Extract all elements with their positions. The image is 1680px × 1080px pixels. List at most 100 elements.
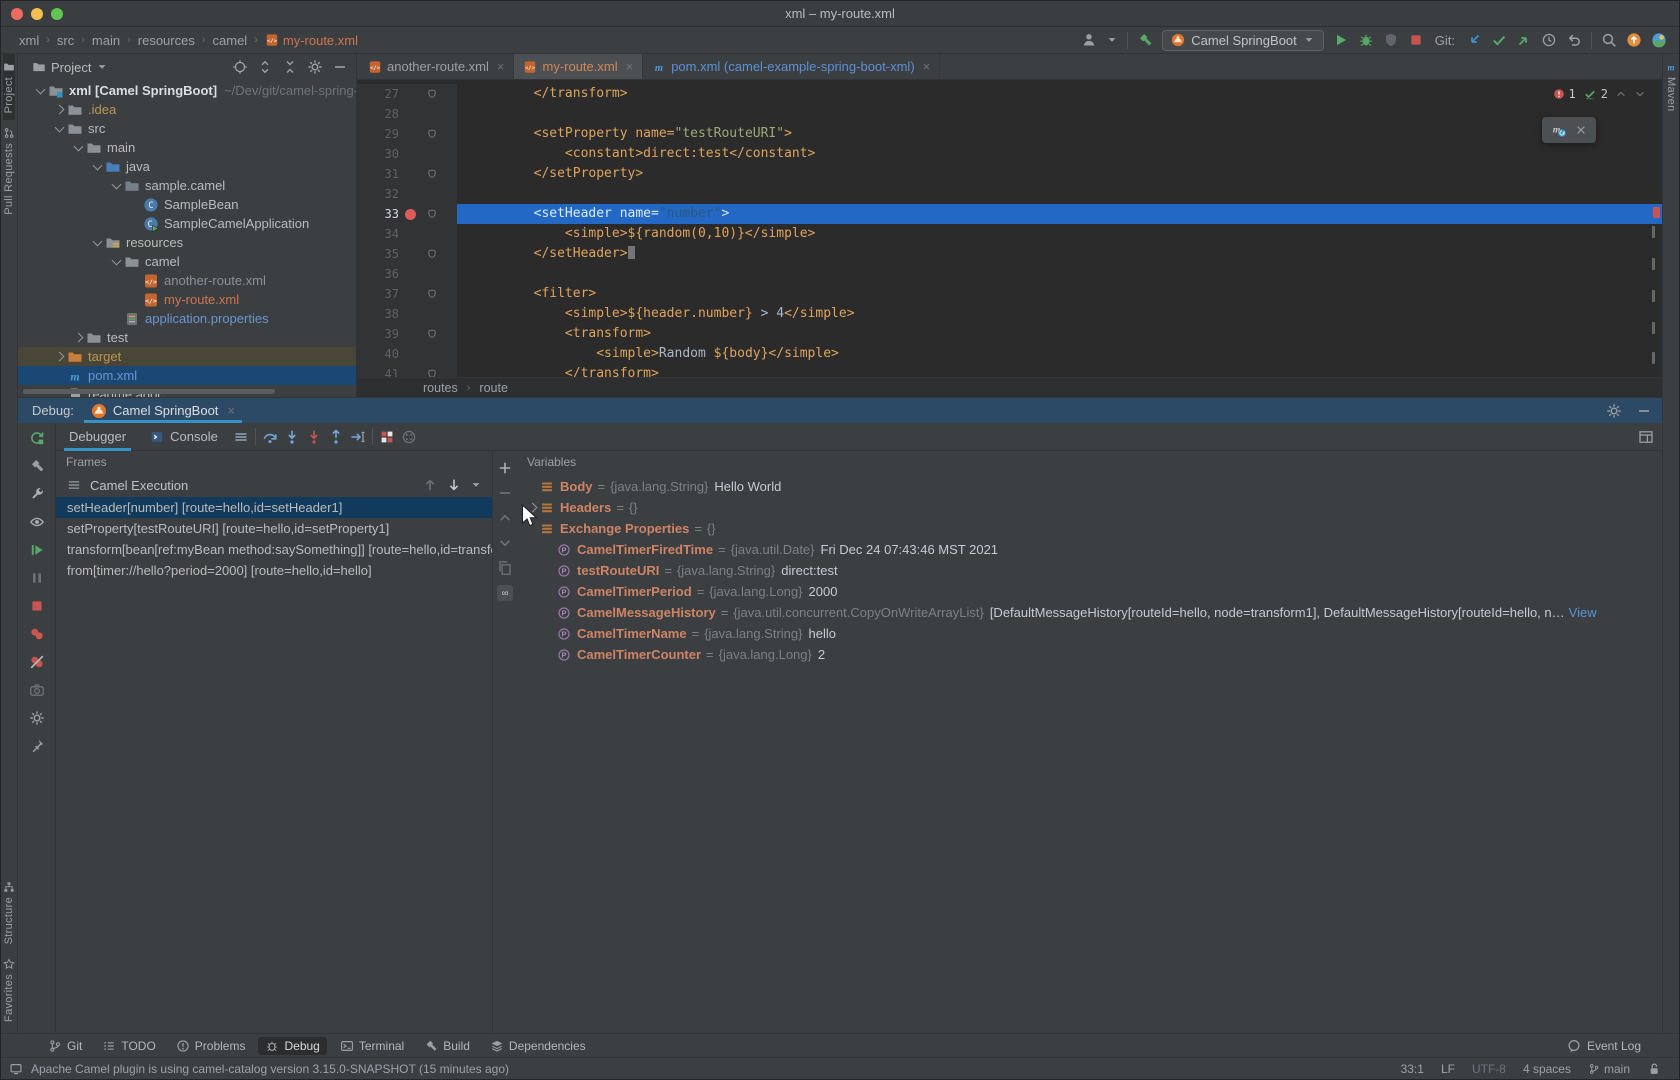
- gutter[interactable]: 31: [357, 164, 457, 184]
- tree-expand-icon[interactable]: [92, 160, 102, 170]
- error-stripe-mark[interactable]: [1652, 258, 1655, 270]
- code-editor[interactable]: 1 2 m: [357, 80, 1662, 377]
- file-encoding[interactable]: UTF-8: [1472, 1062, 1506, 1076]
- tool-window-button-dependencies[interactable]: Dependencies: [483, 1037, 593, 1055]
- locate-file-button[interactable]: [232, 59, 248, 75]
- close-icon[interactable]: ×: [227, 403, 235, 418]
- readonly-lock-icon[interactable]: [1647, 1062, 1661, 1076]
- minimize-window-button[interactable]: [31, 8, 43, 20]
- event-log-button[interactable]: Event Log: [1567, 1039, 1641, 1053]
- gutter[interactable]: 37: [357, 284, 457, 304]
- git-branch-widget[interactable]: main: [1588, 1062, 1630, 1076]
- xml-breadcrumb-item[interactable]: routes: [423, 381, 458, 395]
- debug-tab-debugger[interactable]: Debugger: [60, 423, 135, 451]
- tool-window-button-build[interactable]: Build: [417, 1037, 477, 1055]
- tool-window-tab-project[interactable]: Project: [3, 54, 15, 120]
- force-step-into-button[interactable]: [306, 429, 322, 445]
- code-line-34[interactable]: 34 <simple>${random(0,10)}</simple>: [357, 224, 1662, 244]
- git-update-button[interactable]: [1466, 32, 1482, 48]
- search-everywhere-button[interactable]: [1601, 32, 1617, 48]
- camel-node-gutter-icon[interactable]: [426, 368, 438, 377]
- gutter[interactable]: 38: [357, 304, 457, 324]
- run-to-cursor-button[interactable]: [350, 429, 366, 445]
- git-commit-button[interactable]: [1491, 32, 1507, 48]
- code-line-32[interactable]: 32: [357, 184, 1662, 204]
- variable-row-cameltimercounter[interactable]: PCamelTimerCounter={java.lang.Long}2: [517, 644, 1662, 665]
- ide-update-icon[interactable]: [1626, 32, 1642, 48]
- tree-item-pom-xml[interactable]: mpom.xml: [18, 366, 356, 385]
- pause-button[interactable]: [29, 570, 45, 586]
- git-push-button[interactable]: [1516, 32, 1532, 48]
- tool-window-button-terminal[interactable]: Terminal: [333, 1037, 411, 1055]
- duplicate-button[interactable]: [497, 560, 513, 576]
- collapse-all-button[interactable]: [282, 59, 298, 75]
- code-line-41[interactable]: 41 </transform>: [357, 364, 1662, 377]
- stop-button[interactable]: [1408, 32, 1424, 48]
- chevron-down-icon[interactable]: [96, 61, 108, 73]
- tree-item-camel[interactable]: camel: [18, 252, 356, 271]
- gutter[interactable]: 30: [357, 144, 457, 164]
- mute-breakpoints-grid-icon[interactable]: [401, 429, 417, 445]
- tool-window-button-problems[interactable]: Problems: [169, 1037, 253, 1055]
- tree-expand-icon[interactable]: [111, 255, 121, 265]
- step-out-button[interactable]: [328, 429, 344, 445]
- debug-tab-console[interactable]: Console: [141, 423, 227, 451]
- tool-window-button-git[interactable]: Git: [41, 1037, 89, 1055]
- code-line-28[interactable]: 28: [357, 104, 1662, 124]
- code-line-40[interactable]: 40 <simple>Random ${body}</simple>: [357, 344, 1662, 364]
- close-window-button[interactable]: [11, 8, 23, 20]
- remove-watch-button[interactable]: [497, 485, 513, 501]
- gutter[interactable]: 28: [357, 104, 457, 124]
- history-button[interactable]: [1541, 32, 1557, 48]
- tool-window-tab-structure[interactable]: Structure: [3, 874, 15, 951]
- tool-window-button-todo[interactable]: TODO: [95, 1037, 162, 1055]
- variable-row-camelmessagehistory[interactable]: PCamelMessageHistory={java.util.concurre…: [517, 602, 1662, 623]
- editor-tab-my-route-xml[interactable]: </>my-route.xml×: [514, 54, 643, 79]
- rollback-button[interactable]: [1566, 32, 1582, 48]
- tree-item-application-properties[interactable]: application.properties: [18, 309, 356, 328]
- evaluate-toggle-button[interactable]: ∞: [497, 585, 513, 601]
- frame-row[interactable]: setHeader[number] [route=hello,id=setHea…: [56, 497, 492, 518]
- code-line-37[interactable]: 37 <filter>: [357, 284, 1662, 304]
- pin-tab-icon[interactable]: [29, 738, 45, 754]
- breakpoint-icon[interactable]: [405, 209, 416, 220]
- move-up-button[interactable]: [497, 510, 513, 526]
- error-stripe-mark[interactable]: [1652, 226, 1655, 238]
- layout-options-icon[interactable]: [233, 429, 249, 445]
- gutter[interactable]: 27: [357, 84, 457, 104]
- variable-row-cameltimerfiredtime[interactable]: PCamelTimerFiredTime={java.util.Date}Fri…: [517, 539, 1662, 560]
- variable-row-cameltimername[interactable]: PCamelTimerName={java.lang.String}hello: [517, 623, 1662, 644]
- error-stripe-mark[interactable]: [1652, 352, 1655, 364]
- tree-item-java[interactable]: java: [18, 157, 356, 176]
- breadcrumb-item[interactable]: main: [92, 33, 120, 48]
- camel-node-gutter-icon[interactable]: [426, 128, 438, 140]
- tool-window-tab-maven[interactable]: mMaven: [1665, 54, 1677, 119]
- close-icon[interactable]: [1575, 124, 1587, 136]
- error-stripe-current-line[interactable]: [1653, 207, 1660, 218]
- debug-session-tab[interactable]: Camel SpringBoot ×: [82, 398, 244, 423]
- view-breakpoints-grid-icon[interactable]: [379, 429, 395, 445]
- gutter[interactable]: 32: [357, 184, 457, 204]
- gutter[interactable]: 39: [357, 324, 457, 344]
- error-stripe-mark[interactable]: [1652, 322, 1655, 334]
- zoom-window-button[interactable]: [51, 8, 63, 20]
- maven-reload-popup[interactable]: m: [1542, 117, 1596, 143]
- rerun-button[interactable]: [29, 430, 45, 446]
- prev-problem-button[interactable]: [1615, 88, 1627, 100]
- frame-up-button[interactable]: [422, 477, 438, 493]
- tree-item-my-route-xml[interactable]: </>my-route.xml: [18, 290, 356, 309]
- code-line-33[interactable]: 33 <setHeader name="number">: [357, 204, 1662, 224]
- project-panel-title[interactable]: Project: [51, 60, 91, 75]
- expand-all-button[interactable]: [257, 59, 273, 75]
- error-stripe-mark[interactable]: [1652, 290, 1655, 302]
- step-into-button[interactable]: [284, 429, 300, 445]
- tree-item-another-route-xml[interactable]: </>another-route.xml: [18, 271, 356, 290]
- debug-settings-gear-icon[interactable]: [1606, 403, 1622, 419]
- tree-item-samplecamelapplication[interactable]: CSampleCamelApplication: [18, 214, 356, 233]
- tree-item-samplebean[interactable]: CSampleBean: [18, 195, 356, 214]
- tree-expand-icon[interactable]: [92, 236, 102, 246]
- breadcrumb-item[interactable]: resources: [138, 33, 195, 48]
- breadcrumb-current-file[interactable]: </>my-route.xml: [265, 33, 358, 48]
- gutter[interactable]: 40: [357, 344, 457, 364]
- tree-item--idea[interactable]: .idea: [18, 100, 356, 119]
